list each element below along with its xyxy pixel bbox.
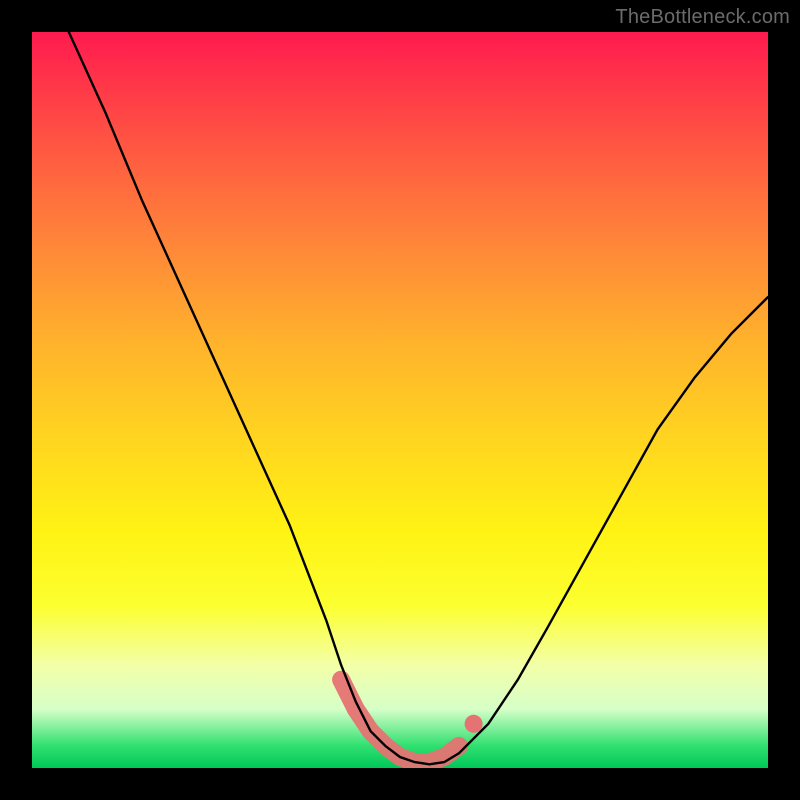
watermark-text: TheBottleneck.com <box>615 6 790 29</box>
plot-area <box>32 32 768 768</box>
highlight-band <box>341 680 459 762</box>
bottleneck-curve <box>69 32 768 764</box>
curve-layer <box>32 32 768 768</box>
highlight-dot <box>465 715 483 733</box>
chart-stage: TheBottleneck.com <box>0 0 800 800</box>
